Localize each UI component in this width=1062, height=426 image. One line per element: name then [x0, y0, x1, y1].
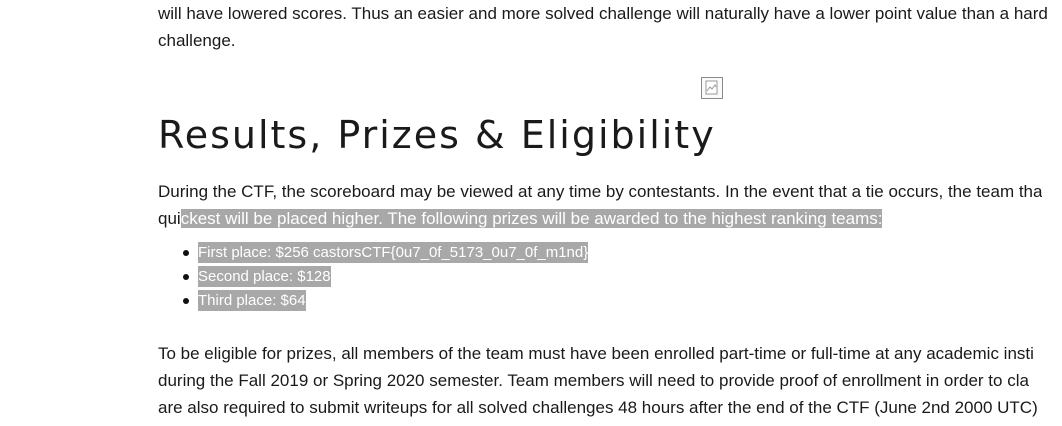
scoring-line-2: challenge.	[158, 31, 236, 50]
results-line-1: During the CTF, the scoreboard may be vi…	[158, 182, 1043, 201]
list-item: Second place: $128	[158, 265, 588, 289]
list-item: First place: $256 castorsCTF{0u7_0f_5173…	[158, 241, 589, 265]
eligibility-line-1: To be eligible for prizes, all members o…	[158, 344, 1034, 363]
prize-second-place: Second place: $128	[198, 266, 331, 287]
broken-image-icon	[701, 77, 723, 99]
results-paragraph: During the CTF, the scoreboard may be vi…	[158, 178, 1042, 232]
section-heading: Results, Prizes & Eligibility	[158, 113, 716, 157]
prize-third-place: Third place: $64	[198, 290, 306, 311]
bullet-icon	[183, 274, 189, 280]
scoring-paragraph: will have lowered scores. Thus an easier…	[158, 0, 1048, 54]
eligibility-line-3: are also required to submit writeups for…	[158, 398, 1038, 417]
bullet-icon	[183, 298, 189, 304]
prize-first-place: First place: $256 castorsCTF{0u7_0f_5173…	[198, 242, 589, 263]
eligibility-line-2: during the Fall 2019 or Spring 2020 seme…	[158, 371, 1029, 390]
bullet-icon	[183, 250, 189, 256]
results-line-2-plain: qui	[158, 209, 181, 228]
selected-text: ckest will be placed higher. The followi…	[180, 209, 883, 228]
scoring-line-1: will have lowered scores. Thus an easier…	[158, 4, 1048, 23]
eligibility-paragraph: To be eligible for prizes, all members o…	[158, 340, 1038, 421]
list-item: Third place: $64	[158, 289, 588, 313]
prize-list: First place: $256 castorsCTF{0u7_0f_5173…	[158, 241, 589, 313]
results-line-2: quickest will be placed higher. The foll…	[158, 205, 1042, 232]
